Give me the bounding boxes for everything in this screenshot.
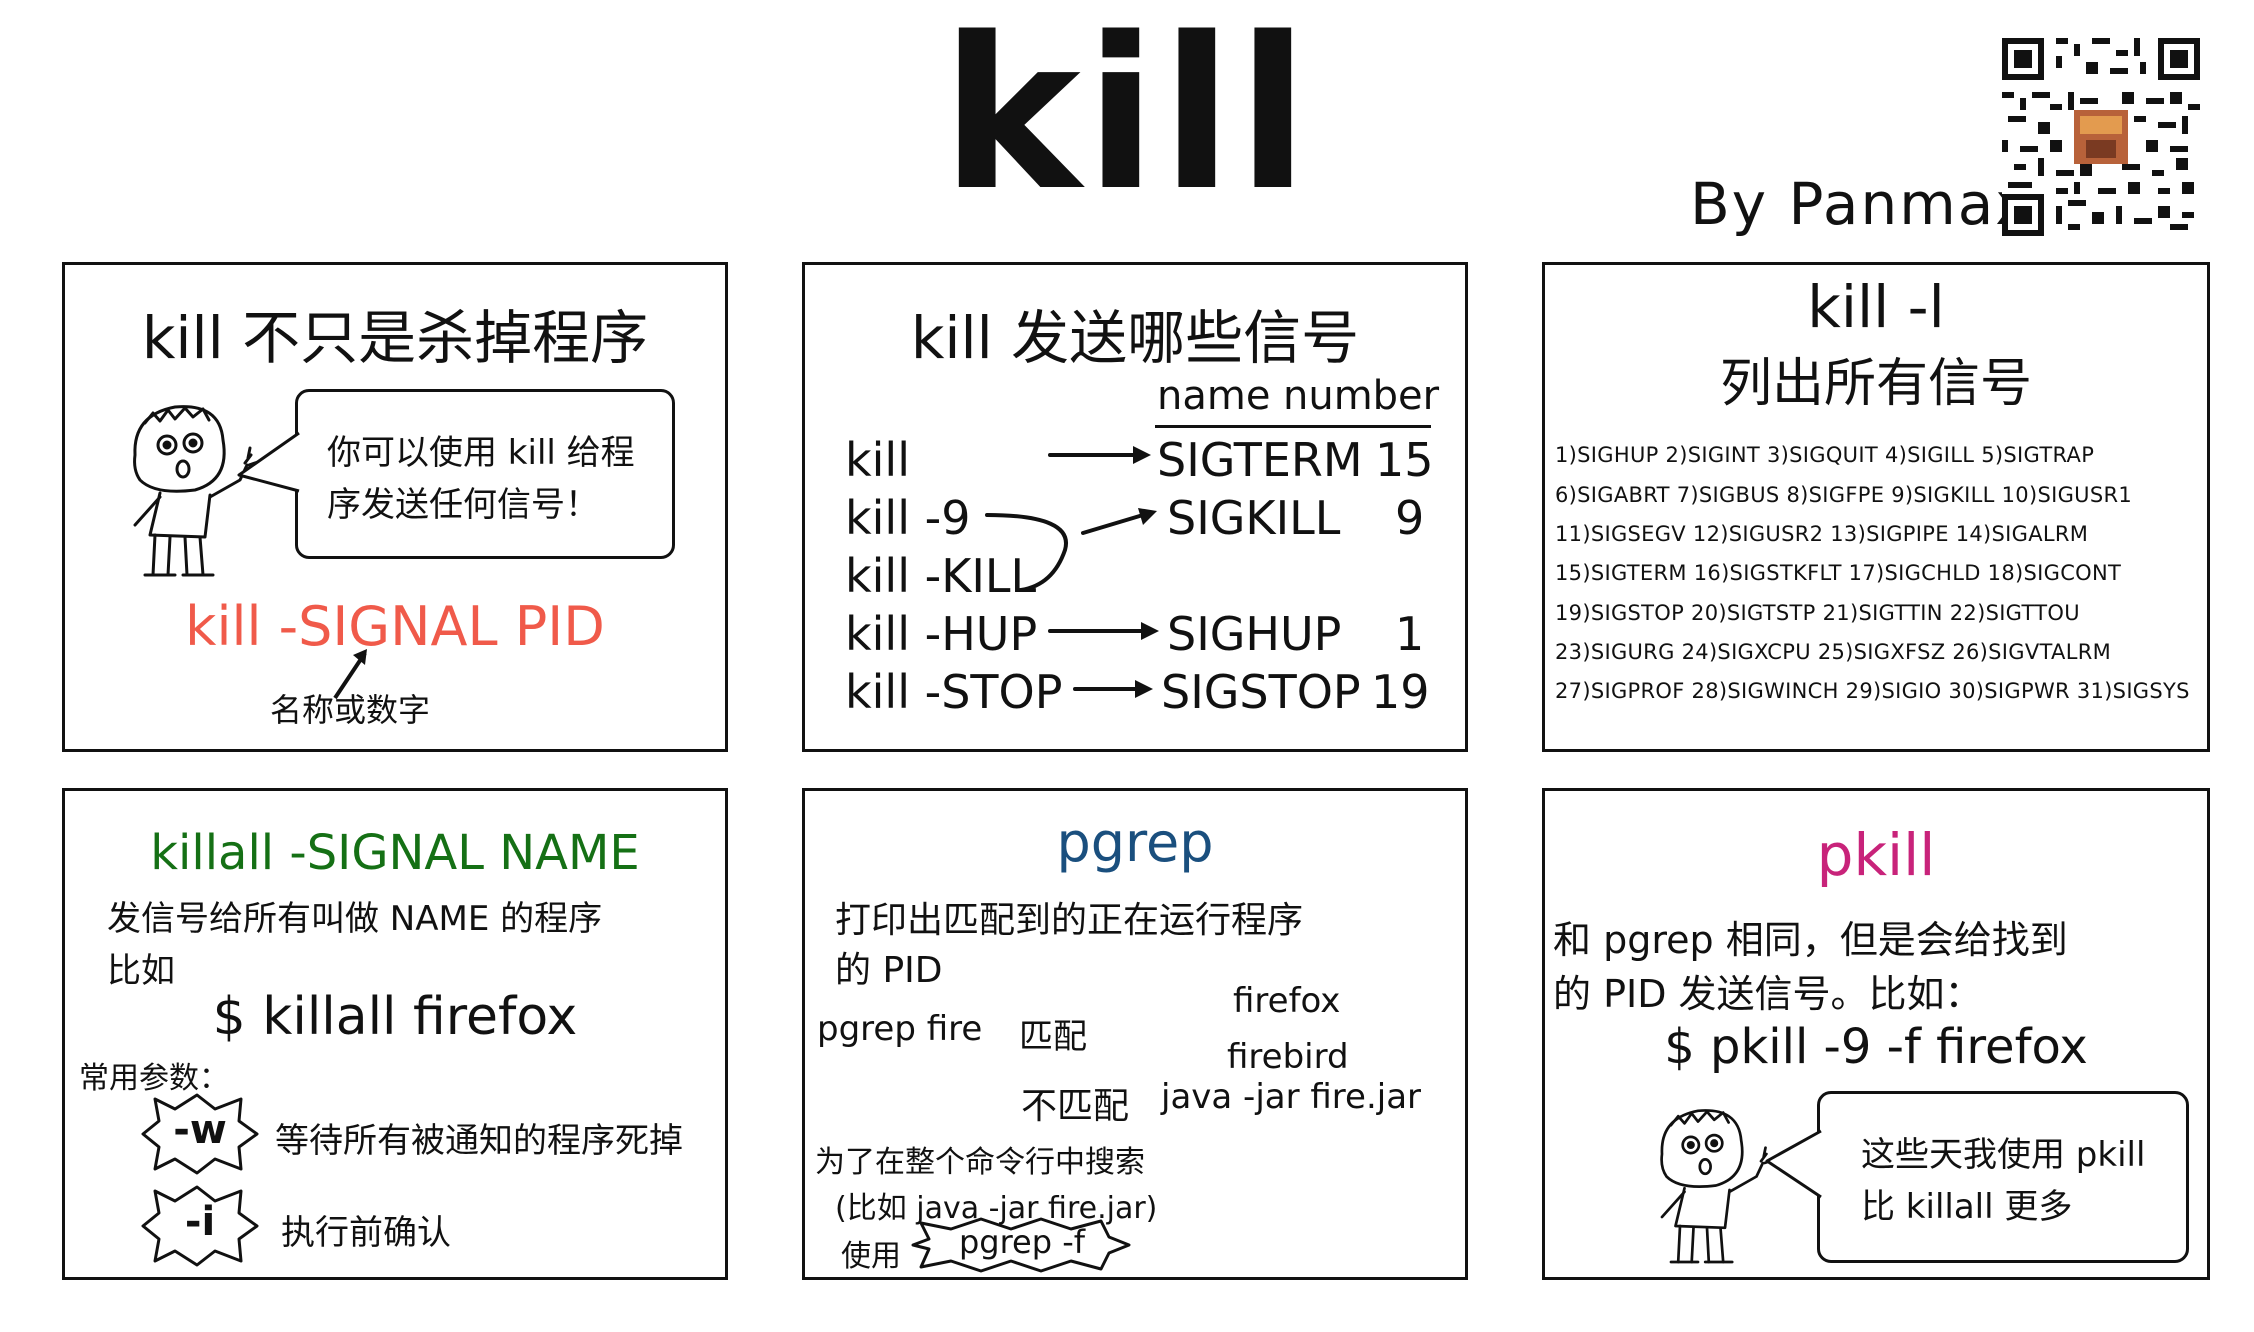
panel-pkill: pkill 和 pgrep 相同，但是会给找到 的 PID 发送信号。比如： $… bbox=[1542, 788, 2210, 1280]
flag-w: -w bbox=[173, 1107, 227, 1153]
panel-subtitle: 列出所有信号 bbox=[1719, 354, 2032, 414]
panel-kill-list: kill -l 列出所有信号 1)SIGHUP 2)SIGINT 3)SIGQU… bbox=[1542, 262, 2210, 752]
kill-syntax: kill -SIGNAL PID bbox=[185, 595, 605, 658]
signal-list-line: 23)SIGURG 24)SIGXCPU 25)SIGXFSZ 26)SIGVT… bbox=[1555, 640, 2112, 664]
pkill-desc-line1: 和 pgrep 相同，但是会给找到 bbox=[1553, 918, 2068, 962]
pgrep-cmd: pgrep fire bbox=[817, 1009, 983, 1049]
use-label: 使用 bbox=[841, 1239, 901, 1274]
nomatch-label: 不匹配 bbox=[1021, 1086, 1130, 1127]
speech-bubble-tail bbox=[237, 431, 300, 493]
panel-pgrep: pgrep 打印出匹配到的正在运行程序 的 PID pgrep fire 匹配 … bbox=[802, 788, 1468, 1280]
speech-bubble bbox=[1817, 1091, 2189, 1263]
signal-list-line: 19)SIGSTOP 20)SIGTSTP 21)SIGTTIN 22)SIGT… bbox=[1555, 601, 2080, 625]
signal-list-line: 15)SIGTERM 16)SIGSTKFLT 17)SIGCHLD 18)SI… bbox=[1555, 561, 2122, 585]
flag-w-desc: 等待所有被通知的程序死掉 bbox=[275, 1121, 683, 1161]
pgrep-f-flag: pgrep -f bbox=[958, 1223, 1086, 1261]
panel-title: killall -SIGNAL NAME bbox=[150, 825, 640, 881]
speech-bubble bbox=[295, 389, 675, 559]
match-firebird: firebird bbox=[1227, 1037, 1349, 1077]
bubble-text-line1: 你可以使用 kill 给程 bbox=[327, 433, 635, 473]
panel-killall: killall -SIGNAL NAME 发信号给所有叫做 NAME 的程序 比… bbox=[62, 788, 728, 1280]
killall-desc-line2: 比如 bbox=[107, 951, 175, 991]
killall-desc-line1: 发信号给所有叫做 NAME 的程序 bbox=[107, 899, 603, 939]
qr-code-icon bbox=[2002, 38, 2200, 236]
bubble-text-line2: 比 killall 更多 bbox=[1861, 1187, 2073, 1227]
panel-title: kill 不只是杀掉程序 bbox=[141, 304, 649, 372]
pgrep-desc-line2: 的 PID bbox=[835, 950, 943, 991]
match-firefox: firefox bbox=[1233, 981, 1341, 1021]
pkill-example: $ pkill -9 -f firefox bbox=[1664, 1019, 2088, 1075]
bubble-text-line2: 序发送任何信号！ bbox=[327, 485, 599, 525]
signal-list-line: 1)SIGHUP 2)SIGINT 3)SIGQUIT 4)SIGILL 5)S… bbox=[1555, 443, 2095, 467]
panel-title: kill -l bbox=[1807, 273, 1945, 341]
panel-title: pgrep bbox=[1056, 811, 1214, 874]
mapping-arrows bbox=[985, 446, 1159, 698]
pgrep-desc-line1: 打印出匹配到的正在运行程序 bbox=[835, 900, 1304, 941]
killall-example: $ killall firefox bbox=[212, 987, 578, 1047]
nomatch-value: java -jar fire.jar bbox=[1161, 1077, 1422, 1117]
search-note-line1: 为了在整个命令行中搜索 bbox=[815, 1145, 1145, 1180]
signal-list-line: 6)SIGABRT 7)SIGBUS 8)SIGFPE 9)SIGKILL 10… bbox=[1555, 483, 2133, 507]
signal-list-line: 27)SIGPROF 28)SIGWINCH 29)SIGIO 30)SIGPW… bbox=[1555, 679, 2190, 703]
signal-list-line: 11)SIGSEGV 12)SIGUSR2 13)SIGPIPE 14)SIGA… bbox=[1555, 522, 2089, 546]
signal-note: 名称或数字 bbox=[270, 691, 431, 729]
flag-i: -i bbox=[184, 1199, 216, 1245]
author-byline: By Panmax bbox=[1690, 170, 2032, 238]
pkill-desc-line2: 的 PID 发送信号。比如： bbox=[1553, 972, 1983, 1016]
panel-title: pkill bbox=[1816, 821, 1936, 889]
panel-kill-intro: kill 不只是杀掉程序 你可以使用 kill 给程 序发送任何信号！ kill… bbox=[62, 262, 728, 752]
match-label: 匹配 bbox=[1019, 1017, 1087, 1057]
bubble-text-line1: 这些天我使用 pkill bbox=[1861, 1135, 2146, 1175]
speech-bubble-tail bbox=[1765, 1129, 1822, 1199]
panel-kill-signals: kill 发送哪些信号 name number kill kill -9 kil… bbox=[802, 262, 1468, 752]
flag-i-desc: 执行前确认 bbox=[281, 1213, 451, 1253]
